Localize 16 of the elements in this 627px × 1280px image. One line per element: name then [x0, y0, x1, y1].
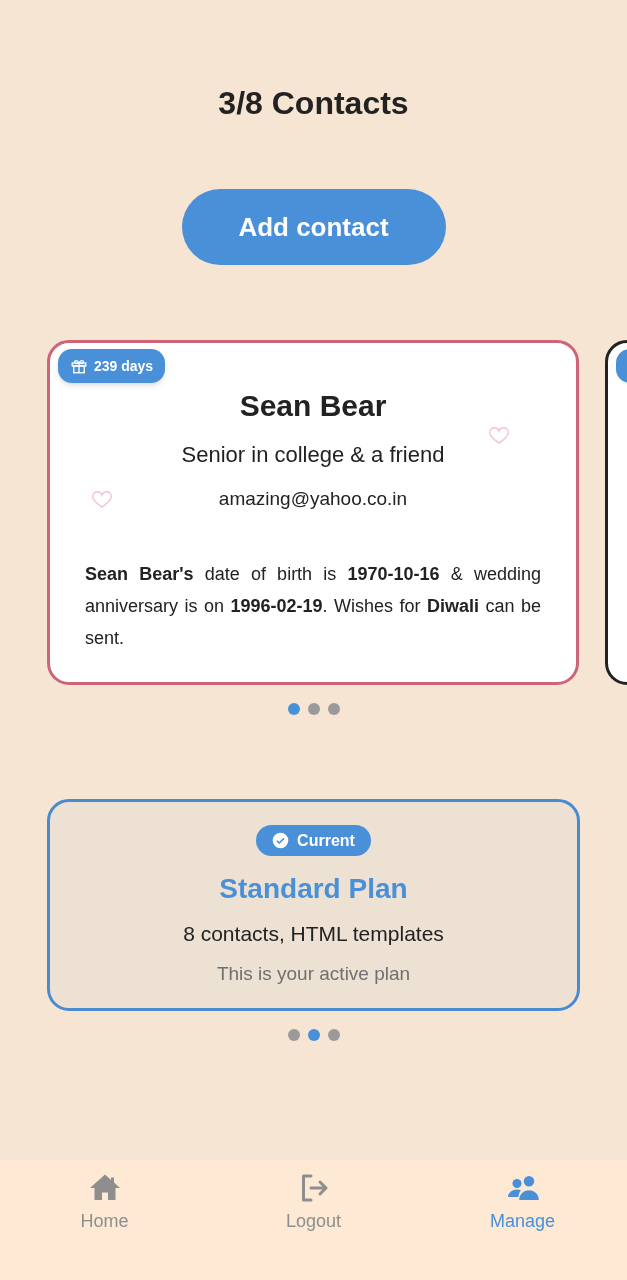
- nav-tab[interactable]: Manage: [418, 1170, 627, 1235]
- add-contact-button[interactable]: Add contact: [181, 189, 446, 265]
- contact-description: Sean Bear's date of birth is 1970-10-16 & wedding anniversary is on 1996-02-19. Wishes for Diwali can be sent.: [85, 562, 541, 650]
- badge-text: Current: [297, 830, 355, 851]
- contact-name: Sean Bear: [239, 388, 387, 424]
- check-icon: [272, 832, 290, 849]
- plan-features: 8 contacts, HTML templates: [183, 921, 444, 947]
- plan-title: Standard Plan: [219, 872, 408, 906]
- nav-tab[interactable]: Home: [0, 1170, 209, 1235]
- plan-note: This is your active plan: [216, 961, 411, 986]
- contact-email: amazing@yahoo.co.in: [218, 487, 408, 511]
- gift-icon: [70, 357, 88, 375]
- nav-tab[interactable]: Logout: [209, 1170, 418, 1235]
- days-text: 239 days: [94, 356, 154, 376]
- contact-relation: Senior in college & a friend: [181, 441, 445, 469]
- page-title: 3/8 Contacts: [217, 84, 410, 122]
